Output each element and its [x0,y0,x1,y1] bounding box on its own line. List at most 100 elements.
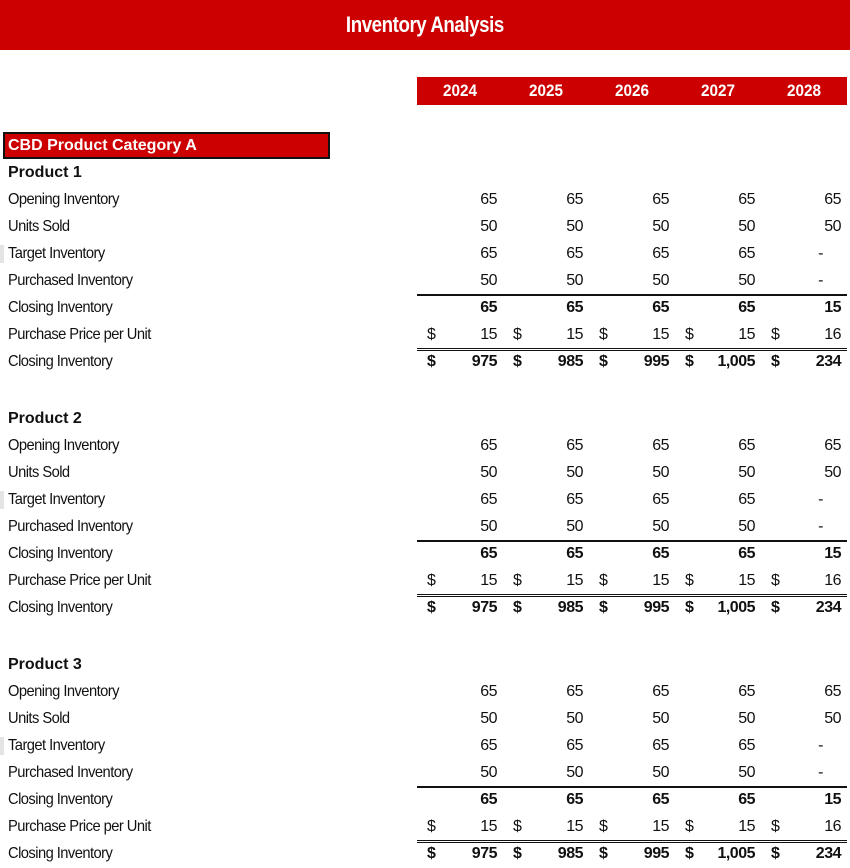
cell-value: 65 [652,491,669,508]
row-label: Units Sold [8,710,70,727]
cell-value: 50 [480,710,497,727]
currency-symbol: $ [599,818,608,835]
row-label: Opening Inventory [8,191,119,208]
row-label: Opening Inventory [8,437,119,454]
product-header-row: Product 3 [0,652,850,679]
cell-value: 234 [815,599,842,616]
row-label: Target Inventory [8,245,105,262]
currency-symbol: $ [599,599,608,616]
cell-value: 50 [566,518,583,535]
cell-value: 65 [652,683,669,700]
cell-value: - [818,737,823,754]
cell-value: 65 [738,245,755,262]
currency-symbol: $ [427,353,436,370]
cell-value: 65 [652,437,669,454]
cell-value: 65 [480,737,497,754]
cell-value: 65 [652,545,669,562]
cell-value: 65 [480,545,497,562]
cell-value: 65 [738,437,755,454]
cell-value: 65 [824,683,841,700]
year-header: 2028 [786,81,822,100]
cell-value: 15 [738,818,755,835]
cell-value: 50 [566,710,583,727]
cell-value: 65 [652,737,669,754]
product-section: Product 3 Opening Inventory 65 65 65 65 65 Unit… [0,652,850,868]
currency-symbol: $ [513,818,522,835]
cell-value: 50 [566,764,583,781]
table-row: Opening Inventory 65 65 65 65 65 [0,679,850,706]
table-row: Closing Inventory 65 65 65 65 15 [0,540,850,568]
product-name: Product 2 [8,410,82,427]
cell-value: 15 [480,818,497,835]
currency-symbol: $ [599,572,608,589]
table-row: Closing Inventory 65 65 65 65 15 [0,294,850,322]
cell-value: 50 [480,218,497,235]
cell-value: 50 [824,218,841,235]
cell-value: 15 [566,326,583,343]
cell-value: 985 [557,353,584,370]
cell-value: 65 [480,491,497,508]
row-label: Closing Inventory [8,599,113,616]
currency-symbol: $ [427,326,436,343]
row-label: Target Inventory [8,737,105,754]
cell-value: 65 [738,737,755,754]
cell-value: 985 [557,845,584,862]
currency-symbol: $ [427,845,436,862]
cell-value: 1,005 [717,353,755,370]
cell-value: 65 [480,791,497,808]
total-double-rule [417,348,847,351]
cell-value: 65 [566,191,583,208]
cell-value: 50 [566,464,583,481]
row-label: Purchased Inventory [8,518,133,535]
row-label: Closing Inventory [8,791,113,808]
cell-value: 65 [480,437,497,454]
row-marker [0,245,4,263]
category-header[interactable]: CBD Product Category A [3,132,330,159]
row-label: Purchased Inventory [8,272,133,289]
cell-value: 65 [480,245,497,262]
cell-value: 50 [652,710,669,727]
cell-value: 50 [652,218,669,235]
cell-value: 975 [471,599,498,616]
table-row: Purchase Price per Unit $15 $15 $15 $15 $16 [0,568,850,595]
cell-value: 15 [738,326,755,343]
cell-value: 65 [652,191,669,208]
cell-value: - [818,518,823,535]
currency-symbol: $ [685,845,694,862]
cell-value: 50 [738,218,755,235]
currency-symbol: $ [599,326,608,343]
currency-symbol: $ [513,599,522,616]
table-row: Closing Inventory $975 $985 $995 $1,005 $234 [0,348,850,376]
table-row: Opening Inventory 65 65 65 65 65 [0,187,850,214]
cell-value: 50 [480,272,497,289]
cell-value: 234 [815,845,842,862]
cell-value: 975 [471,353,498,370]
cell-value: 50 [652,272,669,289]
total-double-rule [417,840,847,843]
cell-value: 234 [815,353,842,370]
cell-value: 65 [652,245,669,262]
cell-value: 65 [738,545,755,562]
cell-value: 65 [566,437,583,454]
currency-symbol: $ [685,326,694,343]
year-header-row: 2024 2025 2026 2027 2028 [417,77,847,105]
page-title: Inventory Analysis [346,12,504,37]
table-row: Purchased Inventory 50 50 50 50 - [0,760,850,787]
table-row: Target Inventory 65 65 65 65 - [0,733,850,760]
table-row: Purchase Price per Unit $15 $15 $15 $15 $16 [0,322,850,349]
cell-value: 65 [480,191,497,208]
cell-value: 65 [566,491,583,508]
row-label: Units Sold [8,464,70,481]
currency-symbol: $ [771,599,780,616]
currency-symbol: $ [599,353,608,370]
cell-value: 50 [738,518,755,535]
row-label: Purchase Price per Unit [8,818,151,835]
cell-value: 65 [824,437,841,454]
currency-symbol: $ [513,845,522,862]
cell-value: 65 [566,245,583,262]
cell-value: - [818,764,823,781]
cell-value: 995 [643,353,670,370]
subtotal-rule [417,786,847,788]
currency-symbol: $ [427,572,436,589]
cell-value: 15 [652,572,669,589]
